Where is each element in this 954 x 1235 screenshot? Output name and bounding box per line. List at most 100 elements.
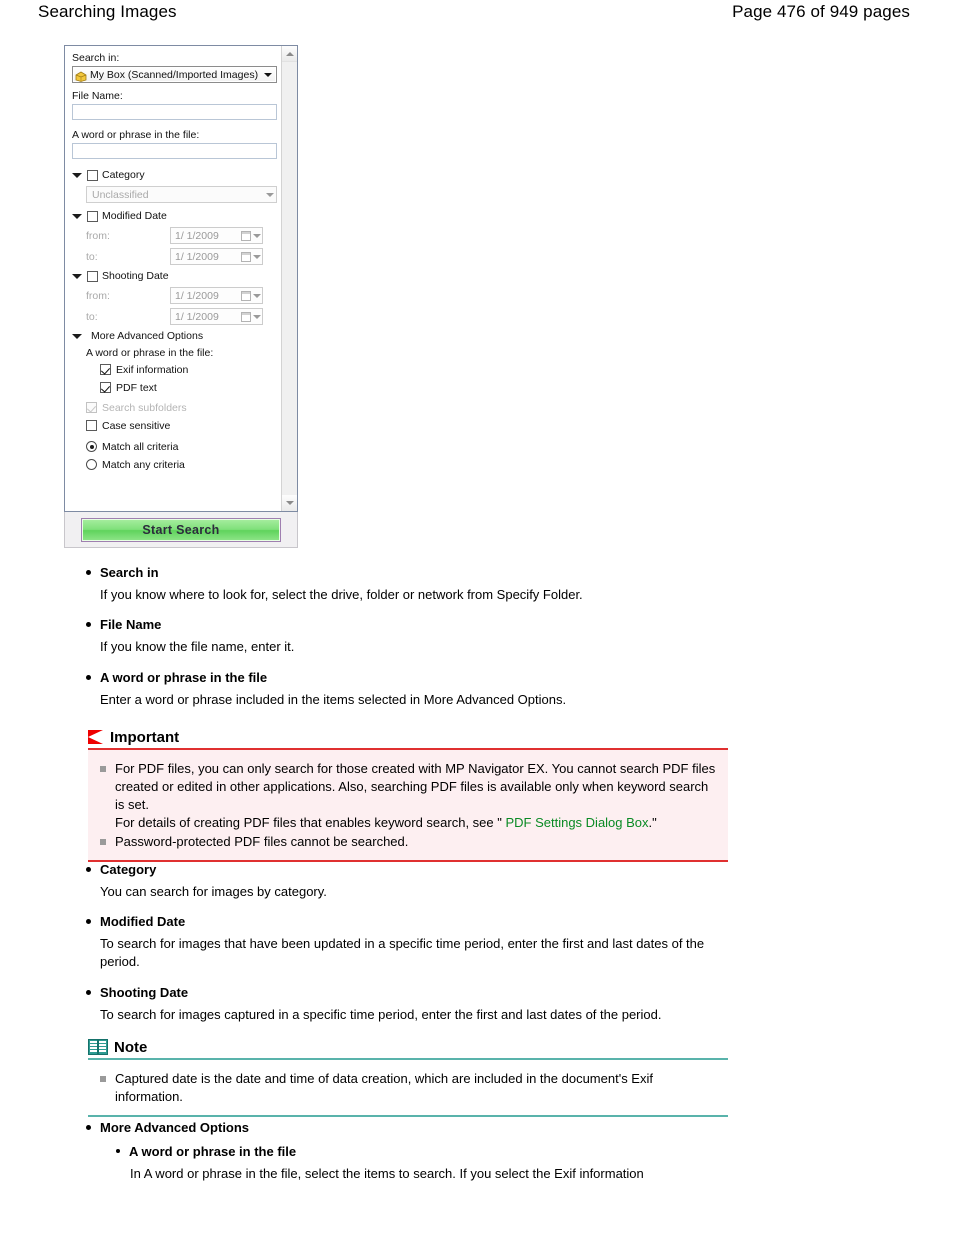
important-item-text-prefix: For details of creating PDF files that e… [115,815,506,830]
more-advanced-options-label: More Advanced Options [91,329,204,342]
category-label: Category [102,168,145,181]
to-label: to: [86,250,98,263]
calendar-icon[interactable] [241,290,251,301]
expand-triangle-icon[interactable] [72,273,82,279]
modified-date-to-row: to: 1/ 1/2009 [72,248,276,265]
section-text: You can search for images by category. [100,884,327,899]
heading-text: Category [100,862,157,877]
important-item-text-suffix: ." [648,815,657,830]
pdf-text-label: PDF text [116,381,157,394]
expand-triangle-icon[interactable] [72,172,82,178]
expand-triangle-icon[interactable] [72,213,82,219]
scroll-up-button[interactable] [282,46,297,62]
section-shooting-date: Shooting Date To search for images captu… [86,984,786,1024]
shooting-date-from-input[interactable]: 1/ 1/2009 [170,287,263,304]
calendar-icon[interactable] [241,251,251,262]
file-name-label: File Name: [72,90,123,102]
vertical-scrollbar[interactable] [281,46,297,511]
modified-date-label: Modified Date [102,209,167,222]
bullet-icon [86,1125,91,1130]
exif-information-label: Exif information [116,363,189,376]
match-any-criteria-radio[interactable] [86,459,97,470]
modified-date-checkbox[interactable] [87,210,98,222]
expand-triangle-icon[interactable] [72,333,82,339]
word-phrase-input[interactable] [72,143,277,159]
bullet-icon [86,675,91,680]
match-any-criteria-label: Match any criteria [102,458,185,471]
section-search-in: Search in If you know where to look for,… [86,564,786,604]
chevron-down-icon[interactable] [260,67,275,82]
pdf-text-checkbox[interactable] [100,382,111,393]
square-bullet-icon [100,766,106,772]
start-search-button[interactable]: Start Search [81,517,281,542]
more-advanced-options-row[interactable]: More Advanced Options [72,329,276,343]
scroll-down-button[interactable] [282,495,297,511]
calendar-icon[interactable] [241,230,251,241]
case-sensitive-checkbox[interactable] [86,420,97,431]
shooting-date-checkbox[interactable] [87,270,98,282]
category-dropdown[interactable]: Unclassified [86,186,277,203]
shooting-date-to-input[interactable]: 1/ 1/2009 [170,308,263,325]
match-all-criteria-label: Match all criteria [102,440,179,453]
section-heading: Modified Date [86,913,726,930]
section-category: Category You can search for images by ca… [86,861,786,901]
match-all-criteria-radio[interactable] [86,441,97,452]
important-title: Important [110,728,180,746]
important-item: Password-protected PDF files cannot be s… [100,833,716,851]
case-sensitive-row[interactable]: Case sensitive [72,418,276,433]
word-phrase-label: A word or phrase in the file: [72,129,200,141]
match-any-criteria-row[interactable]: Match any criteria [72,457,276,472]
case-sensitive-label: Case sensitive [102,419,171,432]
calendar-icon[interactable] [241,311,251,322]
heading-text: Shooting Date [100,985,189,1000]
chevron-down-icon[interactable] [253,233,261,238]
shooting-date-label: Shooting Date [102,269,169,282]
heading-text: Search in [100,565,159,580]
arrow-down-icon [286,501,294,505]
important-callout: Important For PDF files, you can only se… [88,726,728,862]
bullet-icon [86,919,91,924]
chevron-down-icon[interactable] [253,314,261,319]
note-item: Captured date is the date and time of da… [100,1070,716,1106]
modified-date-to-input[interactable]: 1/ 1/2009 [170,248,263,265]
search-in-value: My Box (Scanned/Imported Images) [90,68,259,81]
chevron-down-icon[interactable] [266,192,274,197]
section-heading: Search in [86,564,786,581]
chevron-down-icon[interactable] [253,254,261,259]
search-options-content: Search in: My Box (Scanned/Imported Imag… [65,46,280,511]
note-body: Captured date is the date and time of da… [88,1060,728,1115]
subheading-text: A word or phrase in the file [129,1144,297,1159]
page-number-label: Page 476 of 949 pages [732,2,910,21]
search-subfolders-label: Search subfolders [102,401,187,414]
exif-information-row[interactable]: Exif information [72,362,276,377]
page-header: Searching Images Page 476 of 949 pages [0,0,954,30]
section-heading: More Advanced Options [86,1119,786,1136]
search-options-scroll-pane: Search in: My Box (Scanned/Imported Imag… [64,45,298,512]
page-title: Searching Images [38,2,177,21]
section-text: If you know the file name, enter it. [100,639,295,654]
exif-information-checkbox[interactable] [100,364,111,375]
section-heading: Shooting Date [86,984,786,1001]
date-value: 1/ 1/2009 [175,250,219,263]
important-item-text: For PDF files, you can only search for t… [115,761,716,812]
match-all-criteria-row[interactable]: Match all criteria [72,439,276,454]
section-heading: File Name [86,616,786,633]
section-heading: Category [86,861,786,878]
section-text: To search for images that have been upda… [100,936,705,969]
search-in-dropdown[interactable]: My Box (Scanned/Imported Images) [72,66,277,83]
search-in-label: Search in: [72,52,120,64]
category-checkbox[interactable] [87,169,98,181]
category-value: Unclassified [92,188,149,201]
heading-text: More Advanced Options [100,1120,250,1135]
modified-date-from-input[interactable]: 1/ 1/2009 [170,227,263,244]
box-icon [75,69,87,82]
from-label: from: [86,289,110,302]
pdf-settings-dialog-box-link[interactable]: PDF Settings Dialog Box [505,815,648,830]
pdf-text-row[interactable]: PDF text [72,380,276,395]
category-group-row[interactable]: Category [72,168,276,182]
modified-date-group-row[interactable]: Modified Date [72,209,276,223]
shooting-date-group-row[interactable]: Shooting Date [72,269,276,283]
book-icon [88,1039,108,1055]
file-name-input[interactable] [72,104,277,120]
chevron-down-icon[interactable] [253,293,261,298]
